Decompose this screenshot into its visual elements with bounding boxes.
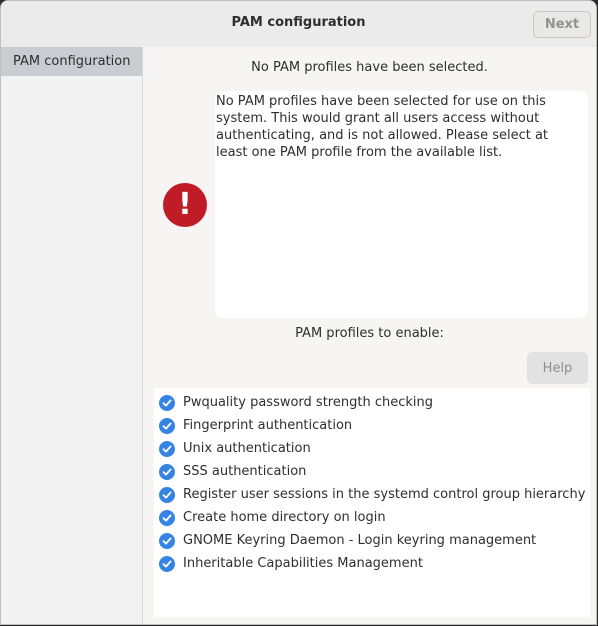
profile-list: Pwquality password strength checking Fin… bbox=[154, 388, 590, 617]
sidebar: PAM configuration bbox=[1, 47, 143, 624]
profile-label: Fingerprint authentication bbox=[183, 418, 353, 433]
profile-label: SSS authentication bbox=[183, 464, 307, 479]
dialog-window: PAM configuration Next PAM configuration… bbox=[0, 0, 597, 625]
profile-label: GNOME Keyring Daemon - Login keyring man… bbox=[183, 533, 537, 548]
profile-label: Pwquality password strength checking bbox=[183, 395, 433, 410]
profile-label: Register user sessions in the systemd co… bbox=[183, 487, 586, 502]
sidebar-item-pam-configuration[interactable]: PAM configuration bbox=[1, 47, 142, 76]
profile-item-pwquality[interactable]: Pwquality password strength checking bbox=[154, 391, 590, 414]
checkmark-icon[interactable] bbox=[159, 486, 175, 503]
checkmark-icon[interactable] bbox=[159, 532, 175, 549]
checkmark-icon[interactable] bbox=[159, 417, 175, 434]
next-button[interactable]: Next bbox=[533, 11, 591, 38]
header-bar: PAM configuration Next bbox=[1, 1, 596, 48]
help-button[interactable]: Help bbox=[527, 352, 588, 384]
profile-item-capabilities[interactable]: Inheritable Capabilities Management bbox=[154, 552, 590, 575]
profile-label: Unix authentication bbox=[183, 441, 311, 456]
checkmark-icon[interactable] bbox=[159, 555, 175, 572]
checkmark-icon[interactable] bbox=[159, 463, 175, 480]
profiles-heading: PAM profiles to enable: bbox=[295, 326, 444, 341]
checkmark-icon[interactable] bbox=[159, 509, 175, 526]
profile-item-fingerprint[interactable]: Fingerprint authentication bbox=[154, 414, 590, 437]
checkmark-icon[interactable] bbox=[159, 394, 175, 411]
checkmark-icon[interactable] bbox=[159, 440, 175, 457]
error-exclamation-icon: ! bbox=[163, 183, 207, 227]
profile-item-sss[interactable]: SSS authentication bbox=[154, 460, 590, 483]
message-text: No PAM profiles have been selected for u… bbox=[215, 91, 588, 318]
warning-heading: No PAM profiles have been selected. bbox=[251, 60, 488, 75]
main-content: No PAM profiles have been selected. ! No… bbox=[143, 47, 596, 624]
window-title: PAM configuration bbox=[231, 15, 366, 30]
profile-item-mkhomedir[interactable]: Create home directory on login bbox=[154, 506, 590, 529]
profile-item-systemd[interactable]: Register user sessions in the systemd co… bbox=[154, 483, 590, 506]
profile-item-unix[interactable]: Unix authentication bbox=[154, 437, 590, 460]
profile-label: Inheritable Capabilities Management bbox=[183, 556, 423, 571]
profile-label: Create home directory on login bbox=[183, 510, 386, 525]
profile-item-gnome-keyring[interactable]: GNOME Keyring Daemon - Login keyring man… bbox=[154, 529, 590, 552]
